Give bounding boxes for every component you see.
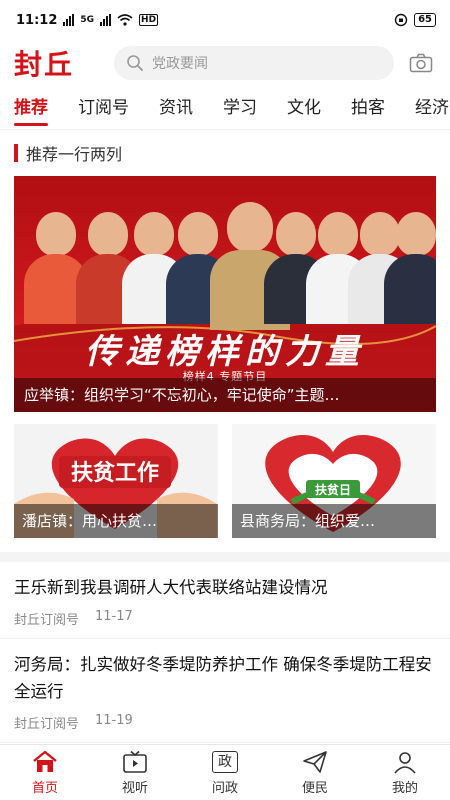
camera-button[interactable]: [406, 48, 436, 78]
section-accent-bar: [14, 144, 18, 162]
nav-label: 便民: [301, 780, 328, 796]
news-card-left[interactable]: 扶贫工作 潘店镇：用心扶贫…: [14, 424, 218, 538]
card-image-text: 扶贫工作: [71, 460, 159, 486]
two-column-grid: 扶贫工作 潘店镇：用心扶贫… 扶贫日 县商务局：组织爱…: [14, 424, 436, 538]
search-input[interactable]: 党政要闻: [114, 46, 394, 80]
news-source: 封丘订阅号: [14, 613, 80, 628]
news-source: 封丘订阅号: [14, 717, 80, 732]
news-title: 河务局：扎实做好冬季堤防养护工作 确保冬季堤防工程安全运行: [14, 655, 432, 701]
status-right: 65: [394, 13, 436, 27]
news-date: 11-19: [95, 713, 133, 728]
battery-icon: 65: [414, 13, 436, 27]
card-caption: 潘店镇：用心扶贫…: [14, 504, 218, 538]
news-title: 王乐新到我县调研人大代表联络站建设情况: [14, 578, 328, 597]
tab-subscriptions[interactable]: 订阅号: [78, 86, 129, 129]
category-tabs: 推荐 订阅号 资讯 学习 文化 拍客 经济: [0, 86, 450, 130]
tab-photographer[interactable]: 拍客: [351, 86, 385, 129]
section-header: 推荐一行两列: [0, 130, 450, 176]
nav-label: 我的: [391, 780, 418, 796]
app-header: 封丘 党政要闻: [0, 40, 450, 86]
signal-icon: [63, 14, 75, 26]
hero-caption: 应举镇：组织学习“不忘初心，牢记使命”主题…: [14, 378, 436, 412]
nav-services[interactable]: 便民: [270, 745, 360, 800]
search-icon: [127, 55, 143, 71]
tab-recommend[interactable]: 推荐: [14, 86, 48, 129]
news-card-right[interactable]: 扶贫日 县商务局：组织爱…: [232, 424, 436, 538]
section-title: 推荐一行两列: [26, 145, 123, 164]
tab-culture[interactable]: 文化: [287, 86, 321, 129]
nav-label: 视听: [121, 780, 148, 796]
tv-icon: [121, 750, 149, 774]
alarm-icon: [394, 13, 408, 27]
nav-home[interactable]: 首页: [0, 745, 90, 800]
hero-people-group: [14, 194, 436, 330]
status-bar: 11:12 5G HD 65: [0, 0, 450, 40]
nav-label: 问政: [211, 780, 238, 796]
hd-badge: HD: [139, 14, 159, 26]
signal-icon-2: [100, 14, 112, 26]
status-time: 11:12: [16, 12, 58, 28]
user-icon: [391, 750, 419, 774]
list-item[interactable]: 河务局：扎实做好冬季堤防养护工作 确保冬季堤防工程安全运行 封丘订阅号 11-1…: [0, 639, 450, 743]
list-item[interactable]: 王乐新到我县调研人大代表联络站建设情况 封丘订阅号 11-17: [0, 562, 450, 639]
nav-inquiry[interactable]: 政 问政: [180, 745, 270, 800]
search-placeholder: 党政要闻: [152, 56, 208, 72]
card-image-text: 扶贫日: [315, 482, 351, 497]
hero-banner[interactable]: 传递榜样的力量 榜样4 专题节目 应举镇：组织学习“不忘初心，牢记使命”主题…: [14, 176, 436, 412]
paper-plane-icon: [301, 750, 329, 774]
nav-label: 首页: [31, 780, 58, 796]
section-divider: [0, 552, 450, 562]
nav-video[interactable]: 视听: [90, 745, 180, 800]
network-type: 5G: [80, 15, 95, 25]
status-left: 11:12 5G HD: [16, 12, 159, 28]
bottom-navigation: 首页 视听 政 问政 便民 我的: [0, 744, 450, 800]
app-logo: 封丘: [14, 48, 75, 81]
person-figure: [384, 212, 436, 324]
tab-news[interactable]: 资讯: [159, 86, 193, 129]
news-meta: 封丘订阅号 11-17: [14, 609, 436, 628]
tab-economy[interactable]: 经济: [415, 86, 449, 129]
wifi-icon: [117, 14, 133, 26]
nav-profile[interactable]: 我的: [360, 745, 450, 800]
government-glyph: 政: [212, 750, 238, 773]
government-icon: 政: [211, 750, 239, 774]
news-date: 11-17: [95, 609, 133, 624]
card-caption: 县商务局：组织爱…: [232, 504, 436, 538]
tab-study[interactable]: 学习: [223, 86, 257, 129]
news-list: 王乐新到我县调研人大代表联络站建设情况 封丘订阅号 11-17 河务局：扎实做好…: [0, 562, 450, 743]
home-icon: [31, 750, 59, 774]
camera-icon: [409, 53, 433, 73]
news-meta: 封丘订阅号 11-19: [14, 713, 436, 732]
hero-slogan: 传递榜样的力量: [85, 332, 365, 372]
